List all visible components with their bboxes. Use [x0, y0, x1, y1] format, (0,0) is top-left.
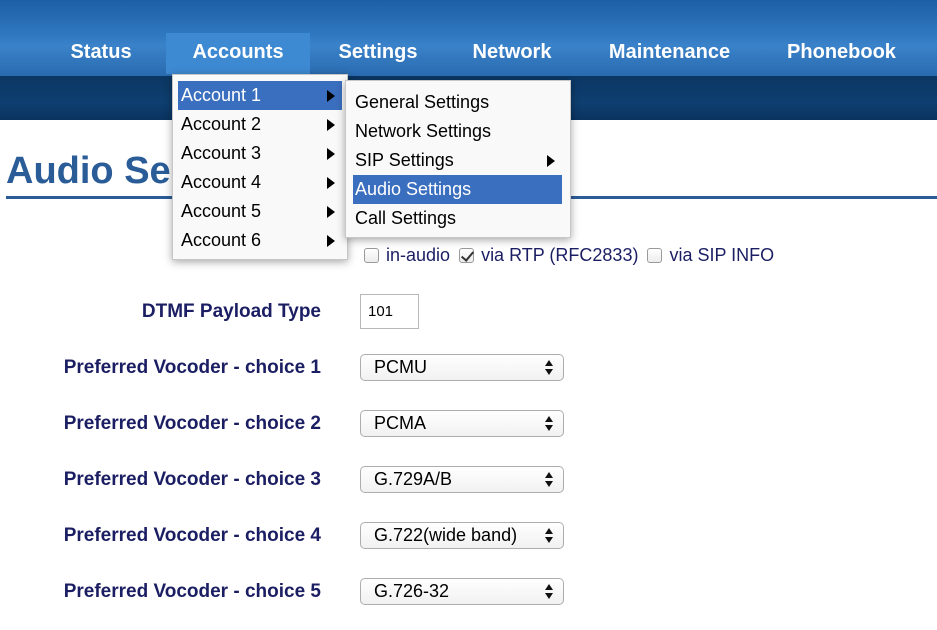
vocoder-3-select[interactable]: G.729A/B	[360, 466, 564, 493]
vocoder-2-select[interactable]: PCMA	[360, 410, 564, 437]
dtmf-option-sip-info[interactable]: via SIP INFO	[647, 245, 774, 266]
submenu-arrow-icon	[547, 155, 555, 167]
in-audio-checkbox[interactable]	[364, 248, 379, 263]
dtmf-payload-label: DTMF Payload Type	[141, 301, 321, 322]
top-navigation-bar: Status Accounts Settings Network Mainten…	[0, 0, 937, 76]
menu-account-4[interactable]: Account 4	[178, 168, 342, 197]
nav-accounts[interactable]: Accounts	[166, 33, 310, 74]
menu-account-3[interactable]: Account 3	[178, 139, 342, 168]
menu-account-5-label: Account 5	[181, 201, 262, 221]
menu-account-5[interactable]: Account 5	[178, 197, 342, 226]
menu-call-settings[interactable]: Call Settings	[353, 204, 562, 233]
submenu-arrow-icon	[327, 90, 335, 102]
select-arrows-icon	[545, 472, 553, 487]
vocoder-1-value: PCMU	[374, 357, 427, 377]
select-arrows-icon	[545, 360, 553, 375]
dtmf-option-in-audio[interactable]: in-audio	[364, 245, 450, 266]
menu-general-settings-label: General Settings	[355, 92, 490, 112]
select-arrows-icon	[545, 416, 553, 431]
vocoder-3-value: G.729A/B	[374, 469, 453, 489]
vocoder-1-label: Preferred Vocoder - choice 1	[63, 357, 321, 378]
submenu-arrow-icon	[327, 119, 335, 131]
select-arrows-icon	[545, 528, 553, 543]
submenu-arrow-icon	[327, 235, 335, 247]
account-submenu: General Settings Network Settings SIP Se…	[345, 80, 571, 238]
vocoder-5-select[interactable]: G.726-32	[360, 578, 564, 605]
vocoder-2-value: PCMA	[374, 413, 427, 433]
submenu-arrow-icon	[327, 148, 335, 160]
vocoder-4-select[interactable]: G.722(wide band)	[360, 522, 564, 549]
menu-account-2[interactable]: Account 2	[178, 110, 342, 139]
submenu-arrow-icon	[327, 206, 335, 218]
menu-sip-settings[interactable]: SIP Settings	[353, 146, 562, 175]
menu-account-4-label: Account 4	[181, 172, 262, 192]
vocoder-4-value: G.722(wide band)	[374, 525, 518, 545]
menu-call-settings-label: Call Settings	[355, 208, 457, 228]
accounts-dropdown-menu: Account 1 Account 2 Account 3 Account 4 …	[172, 74, 348, 260]
menu-audio-settings-label: Audio Settings	[355, 179, 472, 199]
vocoder-4-label: Preferred Vocoder - choice 4	[63, 525, 321, 546]
menu-account-2-label: Account 2	[181, 114, 262, 134]
menu-general-settings[interactable]: General Settings	[353, 88, 562, 117]
nav-status[interactable]: Status	[55, 33, 147, 74]
vocoder-5-value: G.726-32	[374, 581, 450, 601]
via-rtp-checkbox[interactable]	[459, 248, 475, 263]
nav-network[interactable]: Network	[456, 33, 568, 74]
select-arrows-icon	[545, 584, 553, 599]
nav-phonebook[interactable]: Phonebook	[770, 33, 913, 74]
send-dtmf-options: in-audio via RTP (RFC2833) via SIP INFO	[364, 245, 778, 267]
menu-account-1-label: Account 1	[181, 85, 262, 105]
menu-account-6[interactable]: Account 6	[178, 226, 342, 255]
menu-network-settings-label: Network Settings	[355, 121, 492, 141]
in-audio-label: in-audio	[386, 245, 451, 265]
vocoder-5-label: Preferred Vocoder - choice 5	[63, 581, 321, 602]
nav-settings[interactable]: Settings	[322, 33, 434, 74]
via-sip-info-checkbox[interactable]	[647, 248, 663, 263]
via-rtp-label: via RTP (RFC2833)	[481, 245, 639, 265]
menu-account-1[interactable]: Account 1	[178, 81, 342, 110]
via-sip-info-label: via SIP INFO	[669, 245, 775, 265]
menu-account-6-label: Account 6	[181, 230, 262, 250]
menu-account-3-label: Account 3	[181, 143, 262, 163]
page-title: Audio Se	[6, 150, 171, 192]
dtmf-option-rtp[interactable]: via RTP (RFC2833)	[459, 245, 638, 266]
vocoder-1-select[interactable]: PCMU	[360, 354, 564, 381]
nav-maintenance[interactable]: Maintenance	[591, 33, 748, 74]
vocoder-3-label: Preferred Vocoder - choice 3	[63, 469, 321, 490]
vocoder-2-label: Preferred Vocoder - choice 2	[63, 413, 321, 434]
menu-sip-settings-label: SIP Settings	[355, 150, 454, 170]
submenu-arrow-icon	[327, 177, 335, 189]
menu-network-settings[interactable]: Network Settings	[353, 117, 562, 146]
menu-audio-settings[interactable]: Audio Settings	[353, 175, 562, 204]
dtmf-payload-input[interactable]	[360, 294, 419, 329]
